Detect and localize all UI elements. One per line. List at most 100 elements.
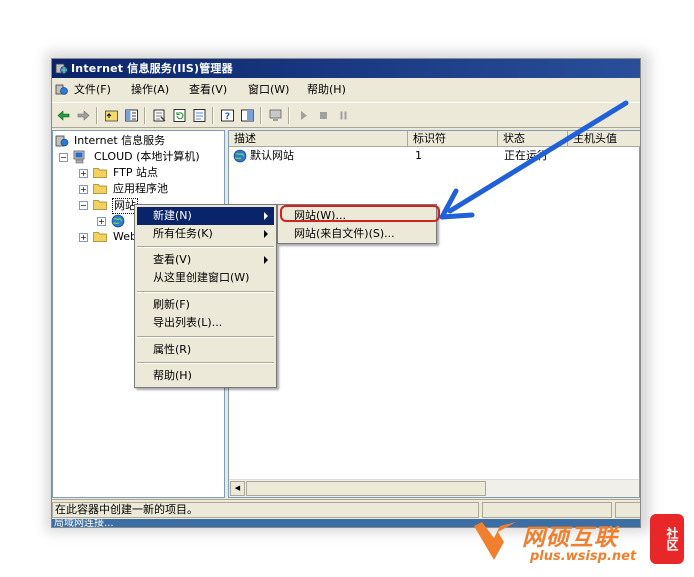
menu-separator [137, 362, 274, 364]
back-arrow-icon [57, 110, 69, 121]
watermark-seal: 社区 [650, 514, 684, 564]
submenu-arrow-icon [264, 230, 268, 238]
menu-help[interactable]: 帮助(H) [307, 79, 346, 100]
menu-separator [137, 246, 274, 248]
properties-icon [153, 109, 165, 122]
window-title: Internet 信息服务(IIS)管理器 [71, 62, 233, 75]
submenu-arrow-icon [264, 256, 268, 264]
start-button[interactable] [294, 107, 312, 124]
context-item-export-list[interactable]: 导出列表(L)... [137, 314, 274, 332]
action-pane-icon [240, 109, 254, 122]
globe-icon [233, 149, 247, 163]
folder-icon [93, 232, 107, 242]
expand-icon[interactable]: + [79, 169, 88, 178]
toolbar-separator [260, 107, 262, 124]
expand-icon[interactable]: + [79, 233, 88, 242]
context-item-export-list-label: 导出列表(L)... [153, 316, 223, 329]
context-item-new[interactable]: 新建(N) [137, 207, 274, 225]
show-tree-button[interactable] [122, 107, 140, 124]
tree-item-app-pools[interactable]: + 应用程序池 [53, 181, 223, 197]
expand-icon[interactable]: + [97, 217, 106, 226]
computer-icon [73, 150, 85, 164]
stop-icon [319, 112, 327, 119]
watermark-logo: 网硕互联 plus.wsisp.net 社区 [470, 512, 690, 572]
export-list-icon [193, 109, 205, 122]
forward-button[interactable] [74, 107, 92, 124]
context-item-refresh-label: 刷新(F) [153, 298, 190, 311]
context-item-properties[interactable]: 属性(R) [137, 341, 274, 359]
up-folder-icon [104, 110, 118, 122]
menu-action[interactable]: 操作(A) [131, 79, 169, 100]
context-menu: 新建(N) 所有任务(K) 查看(V) 从这里创建窗口(W) 刷新(F) 导出列… [134, 204, 277, 388]
annotation-arrow-icon [439, 100, 629, 220]
tree-item-ftp[interactable]: + FTP 站点 [53, 165, 223, 181]
help-icon: ? [220, 109, 234, 122]
submenu-arrow-icon [264, 212, 268, 220]
folder-icon [93, 184, 107, 194]
toolbar-separator [96, 107, 98, 124]
forward-arrow-icon [77, 110, 89, 121]
toolbar-separator [144, 107, 146, 124]
folder-icon [93, 168, 107, 178]
row-description: 默认网站 [250, 149, 294, 162]
svg-text:?: ? [224, 112, 229, 122]
iis-icon [55, 135, 69, 147]
context-item-all-tasks-label: 所有任务(K) [153, 227, 213, 240]
horizontal-scrollbar[interactable]: ◀ [229, 479, 639, 497]
show-tree-icon [124, 109, 138, 122]
watermark-name: 网硕互联 [522, 525, 618, 551]
tree-label-computer: CLOUD (本地计算机) [94, 150, 200, 163]
context-item-view[interactable]: 查看(V) [137, 251, 274, 269]
iis-app-icon [55, 63, 68, 74]
brand-mark-icon [474, 522, 516, 560]
refresh-icon [173, 109, 185, 122]
context-item-new-window[interactable]: 从这里创建窗口(W) [137, 269, 274, 287]
scroll-thumb[interactable] [246, 481, 486, 496]
export-list-button[interactable] [190, 107, 208, 124]
row-id: 1 [415, 149, 422, 162]
submenu-item-website-from-file-label: 网站(来自文件)(S)... [294, 227, 395, 240]
play-icon [300, 111, 307, 120]
up-level-button[interactable] [102, 107, 120, 124]
title-bar[interactable]: Internet 信息服务(IIS)管理器 [52, 59, 640, 78]
tree-label-ftp: FTP 站点 [113, 166, 158, 179]
context-item-view-label: 查看(V) [153, 253, 192, 266]
expand-icon[interactable]: + [79, 185, 88, 194]
context-item-help[interactable]: 帮助(H) [137, 367, 274, 385]
system-menu-icon[interactable] [55, 83, 68, 96]
open-folder-icon [93, 200, 107, 210]
properties-button[interactable] [150, 107, 168, 124]
tree-label-app-pools: 应用程序池 [113, 182, 168, 195]
context-item-new-label: 新建(N) [153, 209, 192, 222]
stop-button[interactable] [314, 107, 332, 124]
computer-button[interactable] [266, 107, 284, 124]
computer-icon [269, 109, 281, 121]
context-item-help-label: 帮助(H) [153, 369, 192, 382]
context-item-refresh[interactable]: 刷新(F) [137, 296, 274, 314]
submenu-item-website-from-file[interactable]: 网站(来自文件)(S)... [280, 225, 434, 243]
menu-window[interactable]: 窗口(W) [248, 79, 289, 100]
context-item-properties-label: 属性(R) [153, 343, 192, 356]
column-header-description[interactable]: 描述 [229, 131, 408, 147]
menu-separator [137, 336, 274, 338]
tree-label-root: Internet 信息服务 [74, 134, 166, 147]
pause-icon [340, 111, 346, 120]
action-pane-button[interactable] [238, 107, 256, 124]
pause-button[interactable] [334, 107, 352, 124]
status-text: 在此容器中创建一新的项目。 [52, 502, 479, 518]
context-item-all-tasks[interactable]: 所有任务(K) [137, 225, 274, 243]
collapse-icon[interactable]: − [59, 153, 68, 162]
tree-item-computer[interactable]: − CLOUD (本地计算机) [53, 149, 223, 165]
toolbar-separator [212, 107, 214, 124]
highlight-box [280, 205, 440, 222]
context-item-new-window-label: 从这里创建窗口(W) [153, 271, 250, 284]
back-button[interactable] [54, 107, 72, 124]
refresh-button[interactable] [170, 107, 188, 124]
collapse-icon[interactable]: − [79, 201, 88, 210]
menu-view[interactable]: 查看(V) [189, 79, 227, 100]
globe-icon [111, 214, 125, 228]
toolbar-separator [288, 107, 290, 124]
scroll-left-button[interactable]: ◀ [230, 481, 245, 496]
help-button[interactable]: ? [218, 107, 236, 124]
menu-file[interactable]: 文件(F) [74, 79, 111, 100]
